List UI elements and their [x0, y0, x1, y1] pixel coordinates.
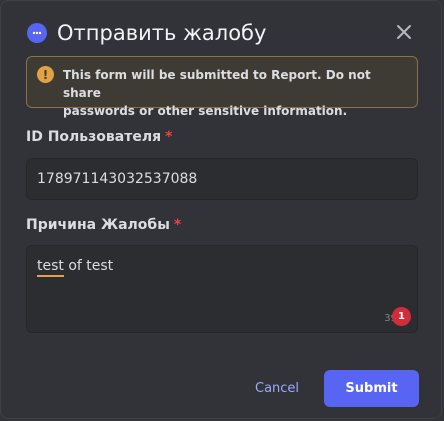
warning-notice: ! This form will be submitted to Report.…: [26, 56, 418, 118]
required-asterisk: *: [173, 217, 182, 233]
spellcheck-word[interactable]: test: [37, 258, 64, 277]
error-badge[interactable]: 1: [392, 307, 411, 326]
close-icon: [397, 25, 411, 39]
reason-value-rest: of test: [63, 258, 114, 274]
warning-icon: !: [37, 66, 54, 83]
user-id-label-text: ID Пользователя: [26, 129, 162, 145]
required-asterisk: *: [165, 129, 173, 145]
modal-header: Отправить жалобу: [27, 19, 421, 47]
reason-label-text: Причина Жалобы: [26, 217, 170, 233]
report-modal: Отправить жалобу ! This form will be sub…: [0, 0, 442, 419]
user-id-label: ID Пользователя *: [26, 129, 172, 145]
cancel-button[interactable]: Cancel: [255, 381, 299, 396]
user-id-value: 178971143032537088: [37, 171, 198, 187]
close-button[interactable]: [393, 21, 415, 43]
modal-title: Отправить жалобу: [57, 21, 267, 45]
reason-label: Причина Жалобы *: [26, 217, 181, 233]
user-id-input[interactable]: 178971143032537088: [26, 158, 418, 200]
notice-text-line2: passwords or other sensitive information…: [63, 104, 348, 118]
submit-button[interactable]: Submit: [324, 370, 419, 407]
chat-bubble-icon: [27, 23, 47, 43]
reason-textarea[interactable]: test of test 39 1: [26, 245, 418, 333]
notice-text-line1: This form will be submitted to Report. D…: [63, 68, 371, 100]
